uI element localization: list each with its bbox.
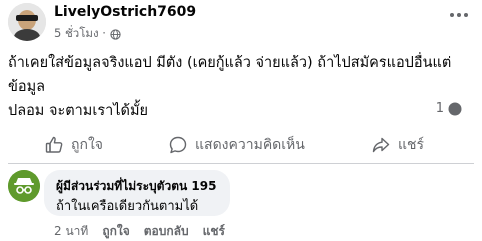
comment-bubble: ผู้มีส่วนร่วมที่ไม่ระบุตัวตน 195 ถ้าในเค… <box>44 170 230 216</box>
commenter-name[interactable]: ผู้มีส่วนร่วมที่ไม่ระบุตัวตน 195 <box>56 177 216 196</box>
author-avatar[interactable] <box>8 3 46 41</box>
anonymous-incognito-icon <box>8 170 40 202</box>
comment-bubble-icon <box>448 102 462 115</box>
comment-like-button[interactable]: ถูกใจ <box>102 222 129 241</box>
share-icon <box>372 137 390 153</box>
more-options-icon[interactable] <box>448 10 470 20</box>
commenter-avatar[interactable] <box>8 170 40 202</box>
share-button[interactable]: แชร์ <box>371 134 424 156</box>
post-actions-bar: ถูกใจ แสดงความคิดเห็น แชร์ <box>0 125 482 163</box>
post-text: ถ้าเคยใส่ข้อมูลจริงแอป มีตัง (เคยกู้แล้ว… <box>8 51 474 123</box>
post-card: LivelyOstrich7609 5 ชั่วโมง · ถ้าเคยใส่ข… <box>0 0 482 240</box>
comment-count-value: 1 <box>435 101 444 116</box>
comment-time[interactable]: 2 นาที <box>54 222 88 241</box>
comment-share-button[interactable]: แชร์ <box>203 222 225 241</box>
comment-button[interactable]: แสดงความคิดเห็น <box>168 134 305 156</box>
comment-reply-button[interactable]: ตอบกลับ <box>144 222 189 241</box>
comment-icon <box>169 136 187 154</box>
post-author-name[interactable]: LivelyOstrich7609 <box>54 4 196 20</box>
like-label: ถูกใจ <box>71 137 103 153</box>
comment-label: แสดงความคิดเห็น <box>195 137 305 153</box>
comment-text: ถ้าในเครือเดียวกันตามได้ <box>56 199 199 214</box>
globe-icon <box>110 28 121 40</box>
share-label: แชร์ <box>398 137 425 153</box>
post-text-line: ถ้าเคยใส่ข้อมูลจริงแอป มีตัง (เคยกู้แล้ว… <box>8 55 452 95</box>
post-meta: 5 ชั่วโมง · <box>54 25 121 43</box>
thumbs-up-icon <box>45 136 63 153</box>
comment-count[interactable]: 1 <box>436 101 462 116</box>
divider <box>8 163 474 164</box>
post-time[interactable]: 5 ชั่วโมง · <box>54 25 106 43</box>
comment-actions: 2 นาที ถูกใจ ตอบกลับ แชร์ <box>54 222 225 241</box>
like-button[interactable]: ถูกใจ <box>44 134 103 156</box>
post-text-line: ปลอม จะตามเราได้มั้ย <box>8 103 149 119</box>
ostrich-avatar-icon <box>8 3 46 41</box>
